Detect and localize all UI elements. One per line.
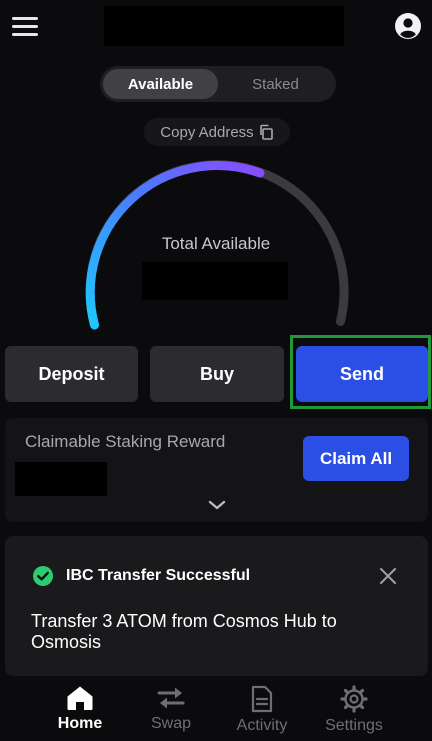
toast-title: IBC Transfer Successful (66, 567, 251, 584)
account-circle-icon[interactable] (394, 12, 422, 40)
nav-activity-label: Activity (236, 717, 288, 734)
send-button[interactable]: Send (296, 346, 428, 402)
wallet-name-redacted (104, 6, 344, 46)
copy-icon (259, 124, 273, 140)
swap-arrows-icon (157, 687, 185, 709)
tab-staked[interactable]: Staked (218, 69, 333, 99)
check-circle-icon (33, 566, 53, 586)
claimable-reward-label: Claimable Staking Reward (25, 432, 226, 451)
chevron-down-icon[interactable] (207, 498, 227, 512)
reward-amount-redacted (15, 462, 107, 496)
nav-settings[interactable]: Settings (318, 677, 390, 741)
bottom-navigation: Home Swap Activity Settings (0, 677, 432, 741)
ibc-transfer-toast: IBC Transfer Successful Transfer 3 ATOM … (5, 536, 428, 676)
home-icon (67, 686, 93, 710)
document-icon (251, 685, 273, 713)
tab-available[interactable]: Available (103, 69, 218, 99)
nav-swap[interactable]: Swap (141, 677, 201, 741)
claim-all-button[interactable]: Claim All (303, 436, 409, 481)
buy-button[interactable]: Buy (150, 346, 284, 402)
hamburger-menu-icon[interactable] (12, 14, 38, 38)
top-bar (0, 0, 432, 56)
gear-icon (340, 685, 368, 713)
deposit-button[interactable]: Deposit (5, 346, 138, 402)
total-available-label: Total Available (161, 234, 271, 253)
balance-tab-switch: Available Staked (100, 66, 336, 102)
copy-address-button[interactable]: Copy Address (144, 118, 290, 146)
toast-message: Transfer 3 ATOM from Cosmos Hub to Osmos… (31, 611, 337, 652)
staking-reward-card: Claimable Staking Reward Claim All (5, 418, 428, 522)
nav-settings-label: Settings (325, 717, 383, 734)
copy-address-label: Copy Address (160, 123, 254, 141)
total-available-value-redacted (142, 262, 288, 300)
nav-home[interactable]: Home (50, 677, 110, 741)
nav-activity[interactable]: Activity (226, 677, 298, 741)
nav-home-label: Home (57, 715, 103, 732)
nav-swap-label: Swap (150, 715, 192, 732)
close-icon[interactable] (378, 566, 398, 586)
